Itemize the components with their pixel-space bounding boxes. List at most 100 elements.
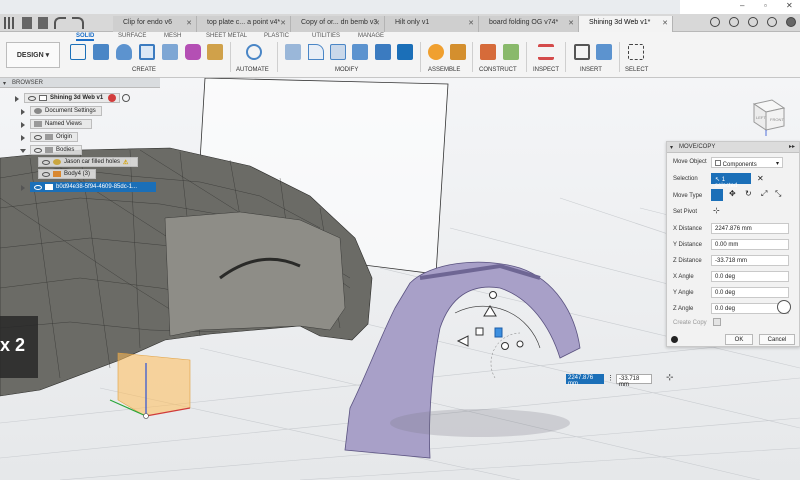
record-icon[interactable] (108, 94, 116, 102)
x-distance-inline-input[interactable]: 2247.876 mm (566, 374, 604, 387)
select-icon[interactable] (628, 44, 644, 60)
cancel-button[interactable]: Cancel (759, 334, 795, 345)
box-icon[interactable] (162, 44, 178, 60)
set-pivot-icon[interactable]: ⊹ (713, 206, 720, 215)
point-to-point-icon[interactable]: ⤢ (761, 189, 767, 199)
move-arrow-left[interactable] (456, 335, 469, 347)
tab-manage[interactable]: MANAGE (358, 33, 384, 39)
group-modify[interactable]: MODIFY (335, 67, 358, 73)
move-copy-icon[interactable] (397, 44, 413, 60)
group-insert[interactable]: INSERT (580, 67, 602, 73)
extrude-icon[interactable] (93, 44, 109, 60)
tab-sheet-metal[interactable]: SHEET METAL (206, 33, 247, 39)
workspace-switcher-button[interactable]: DESIGN ▾ (6, 42, 60, 68)
more-options-icon[interactable]: ⋮ (607, 374, 614, 382)
create-copy-checkbox[interactable] (713, 318, 721, 326)
selection-button[interactable]: ↖ 1 selected (711, 173, 751, 189)
redo-icon[interactable] (72, 17, 84, 29)
measure-icon[interactable] (538, 44, 554, 60)
free-move-type-icon[interactable] (711, 189, 723, 201)
close-window-icon[interactable]: ✕ (786, 1, 793, 10)
clock-icon[interactable] (748, 17, 758, 27)
document-tab-3[interactable]: Hilt only v1 ✕ (385, 16, 479, 32)
close-icon[interactable]: ✕ (662, 19, 668, 27)
browser-header[interactable]: BROWSER ▾ (0, 78, 160, 88)
browser-root[interactable]: Shining 3d Web v1 (15, 93, 120, 103)
group-automate[interactable]: AUTOMATE (236, 67, 269, 73)
shell-icon[interactable] (352, 44, 368, 60)
z-distance-input[interactable]: -33.718 mm (711, 255, 789, 266)
tab-utilities[interactable]: UTILITIES (312, 33, 340, 39)
x-angle-input[interactable]: 0.0 deg (711, 271, 789, 282)
warning-icon[interactable]: ⚠ (123, 159, 128, 166)
collapse-icon[interactable] (20, 149, 26, 153)
browser-item-named-views[interactable]: Named Views (21, 119, 92, 129)
translate-type-icon[interactable]: ✥ (729, 189, 736, 198)
group-construct[interactable]: CONSTRUCT (479, 67, 517, 73)
browser-item-document-settings[interactable]: Document Settings (21, 106, 102, 116)
visibility-icon[interactable] (42, 159, 50, 165)
y-distance-input[interactable]: 0.00 mm (711, 239, 789, 250)
tab-solid[interactable]: SOLID (76, 33, 95, 41)
group-inspect[interactable]: INSPECT (533, 67, 559, 73)
document-tab-5[interactable]: Shining 3d Web v1* ✕ (579, 16, 673, 32)
add-tab-icon[interactable] (710, 17, 720, 27)
browser-item-jason-car[interactable]: Jason car filled holes ⚠ (38, 157, 138, 167)
close-icon[interactable]: ✕ (374, 19, 380, 27)
minimize-icon[interactable]: – (740, 1, 744, 10)
browser-item-bodies[interactable]: Bodies (20, 145, 82, 155)
revolve-icon[interactable] (116, 44, 132, 60)
expand-icon[interactable] (21, 185, 25, 191)
ok-button[interactable]: OK (725, 334, 753, 345)
move-object-select[interactable]: Components ▾ (711, 157, 783, 168)
combine-icon[interactable] (375, 44, 391, 60)
group-select[interactable]: SELECT (625, 67, 648, 73)
dialog-header[interactable]: ▾ MOVE/COPY ▸▸ (667, 142, 799, 153)
close-icon[interactable]: ✕ (568, 19, 574, 27)
document-tab-1[interactable]: top plate c... a point v4* ✕ (197, 16, 291, 32)
avatar[interactable] (786, 17, 796, 27)
visibility-icon[interactable] (42, 171, 50, 177)
document-tab-4[interactable]: board folding OG v74* ✕ (479, 16, 579, 32)
maximize-icon[interactable]: ▫ (764, 1, 767, 10)
target-icon[interactable] (122, 94, 130, 102)
grid-menu-icon[interactable] (4, 17, 16, 29)
rotate-handle-top[interactable] (489, 291, 497, 299)
tab-plastic[interactable]: PLASTIC (264, 33, 289, 39)
expand-icon[interactable] (21, 122, 25, 128)
group-create[interactable]: CREATE (132, 67, 156, 73)
view-cube[interactable]: LEFT FRONT (752, 99, 786, 136)
tab-mesh[interactable]: MESH (164, 33, 181, 39)
rotate-handle-right[interactable] (501, 342, 509, 350)
insert-derive-icon[interactable] (207, 44, 223, 60)
fillet-icon[interactable] (308, 44, 324, 60)
expand-dialog-icon[interactable]: ▸▸ (789, 143, 795, 150)
decal-icon[interactable] (596, 44, 612, 60)
rotate-type-icon[interactable]: ↻ (745, 189, 752, 198)
y-angle-input[interactable]: 0.0 deg (711, 287, 789, 298)
job-status-icon[interactable] (729, 17, 739, 27)
form-icon[interactable] (185, 44, 201, 60)
browser-item-component[interactable]: b0d94e38-5f94-4609-85dc-1... (21, 182, 156, 192)
close-icon[interactable]: ✕ (468, 19, 474, 27)
help-icon[interactable] (767, 17, 777, 27)
browser-item-body4[interactable]: Body4 (3) (38, 169, 96, 179)
new-component-icon[interactable] (428, 44, 444, 60)
create-sketch-icon[interactable] (70, 44, 86, 60)
collapse-icon[interactable]: ▾ (3, 80, 6, 87)
undo-icon[interactable] (54, 17, 66, 29)
expand-icon[interactable] (21, 135, 25, 141)
file-icon[interactable] (22, 17, 32, 29)
notification-icon[interactable] (777, 300, 791, 314)
joint-icon[interactable] (450, 44, 466, 60)
visibility-icon[interactable] (34, 134, 42, 140)
press-pull-icon[interactable] (285, 44, 301, 60)
close-icon[interactable]: ✕ (186, 19, 192, 27)
tab-surface[interactable]: SURFACE (118, 33, 146, 39)
offset-plane-icon[interactable] (480, 44, 496, 60)
group-assemble[interactable]: ASSEMBLE (428, 67, 460, 73)
z-distance-inline-input[interactable]: -33.718 mm (616, 374, 652, 388)
hole-icon[interactable] (139, 44, 155, 60)
visibility-icon[interactable] (34, 147, 42, 153)
clear-selection-icon[interactable]: ✕ (757, 174, 764, 183)
